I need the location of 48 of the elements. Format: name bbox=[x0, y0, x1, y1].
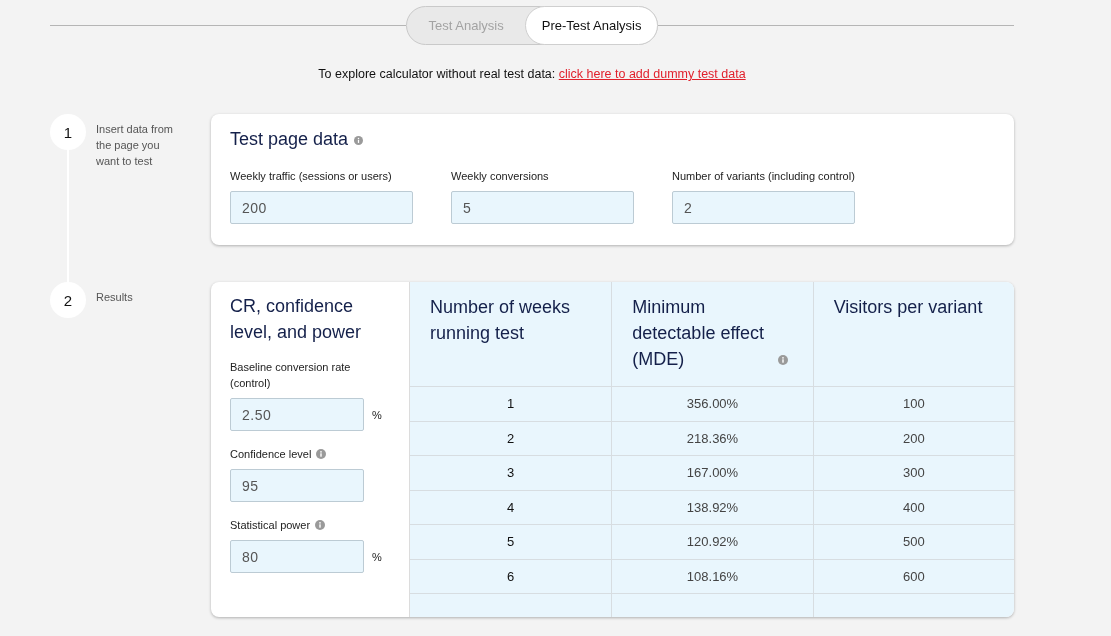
table-cell: 6 bbox=[410, 559, 612, 594]
info-icon[interactable] bbox=[778, 355, 789, 365]
input-field[interactable]: 95 bbox=[230, 469, 364, 502]
table-cell: 300 bbox=[812, 456, 1014, 491]
table-cell: 500 bbox=[812, 525, 1014, 560]
table-cell: 138.92% bbox=[611, 490, 813, 525]
table-cell: 3 bbox=[410, 456, 612, 491]
info-icon[interactable] bbox=[354, 136, 364, 145]
input-field[interactable]: 200 bbox=[230, 191, 413, 224]
panel-title: CR, confidence level, and power bbox=[230, 295, 363, 344]
input-field[interactable]: 5 bbox=[451, 191, 634, 224]
step-label: Insert data from the page you want to test bbox=[96, 122, 175, 169]
input-field[interactable]: 2 bbox=[672, 191, 855, 224]
table-cell: 4 bbox=[410, 490, 612, 525]
table-cell: 108.16% bbox=[611, 559, 813, 594]
unit-label: % bbox=[372, 408, 382, 421]
table-cell: 2 bbox=[410, 421, 612, 456]
notice-text: To explore calculator without real test data: click here to add dummy test data bbox=[317, 66, 747, 83]
table-cell: 200 bbox=[812, 421, 1014, 456]
column-header: Visitors per variant bbox=[833, 297, 983, 317]
table-cell: 218.36% bbox=[611, 421, 813, 456]
input-field[interactable]: 2.50 bbox=[230, 398, 364, 431]
dummy-data-link[interactable]: click here to add dummy test data bbox=[558, 67, 746, 81]
column-header: Number of weeks running test bbox=[430, 297, 571, 343]
unit-label: % bbox=[372, 550, 382, 563]
field-label: Weekly traffic (sessions or users) bbox=[230, 169, 392, 184]
field-label: Weekly conversions bbox=[451, 169, 549, 184]
info-icon[interactable] bbox=[316, 449, 327, 459]
step-number: 1 bbox=[50, 114, 86, 150]
mode-tab[interactable]: Pre-Test Analysis bbox=[524, 6, 659, 45]
table-cell: 167.00% bbox=[611, 456, 813, 491]
step-number: 2 bbox=[50, 282, 86, 318]
step-label: Results bbox=[96, 290, 134, 305]
field-label: Statistical power bbox=[230, 518, 311, 533]
table-cell: 5 bbox=[410, 525, 612, 560]
column-header: Minimum detectable effect (MDE) bbox=[632, 296, 766, 371]
field-label: Number of variants (including control) bbox=[672, 169, 855, 184]
table-cell: 356.00% bbox=[611, 387, 813, 422]
table-cell: 120.92% bbox=[611, 525, 813, 560]
table-cell: 100 bbox=[812, 387, 1014, 422]
table-cell: 600 bbox=[812, 559, 1014, 594]
field-label: Confidence level bbox=[230, 447, 312, 462]
field-label: Baseline conversion rate (control) bbox=[230, 360, 352, 391]
card-title: Test page data bbox=[230, 128, 349, 151]
table-cell: 400 bbox=[812, 490, 1014, 525]
input-field[interactable]: 80 bbox=[230, 540, 364, 573]
info-icon[interactable] bbox=[315, 520, 326, 530]
table-cell: 1 bbox=[410, 387, 612, 422]
